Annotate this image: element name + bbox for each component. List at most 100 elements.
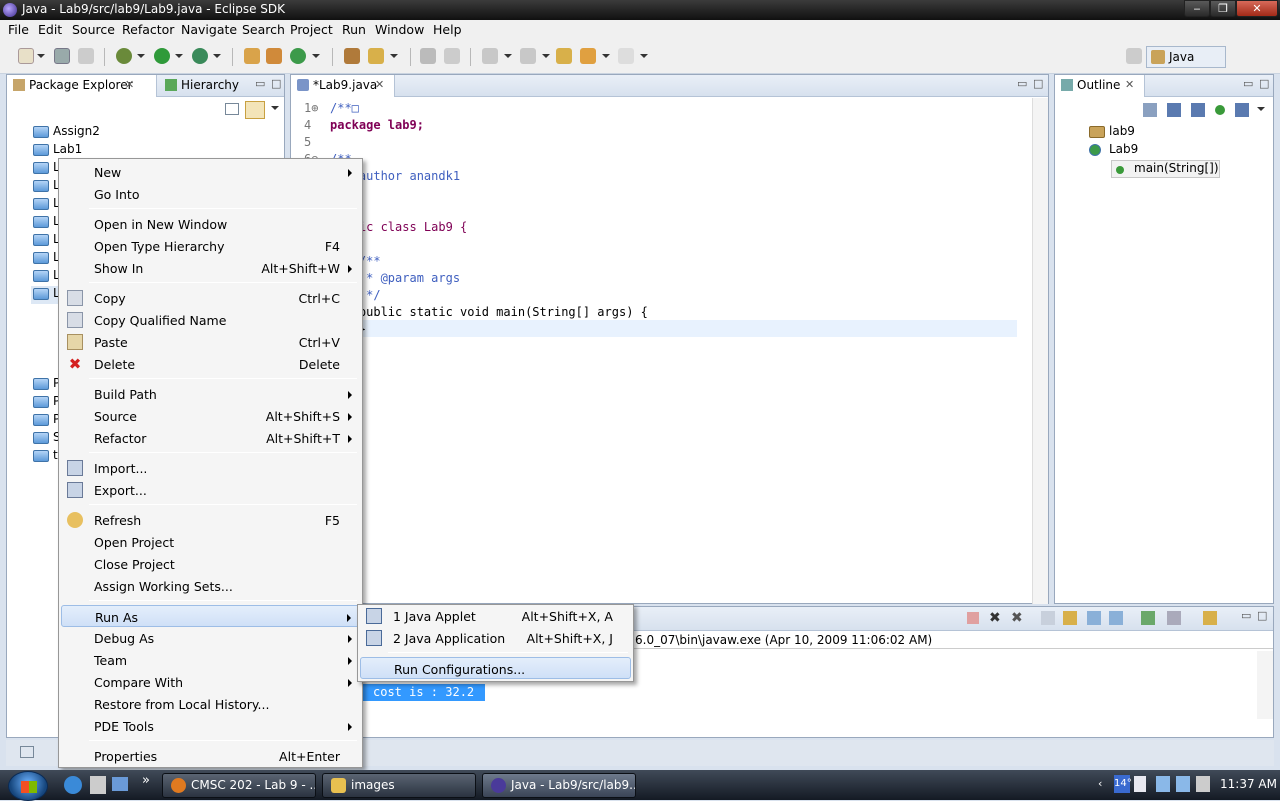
close-icon[interactable]: ✕ [125,78,134,91]
minimize-button[interactable]: ‒ [1184,0,1210,17]
minimize-view-icon[interactable]: ▭ [255,77,265,90]
menu-item-source[interactable]: Source Alt+Shift+S [61,405,360,427]
menu-item-new[interactable]: New [61,161,360,183]
start-button[interactable] [8,771,48,801]
close-button[interactable]: ✕ [1236,0,1278,17]
network-icon[interactable] [1156,776,1170,792]
hide-static-icon[interactable] [1191,103,1205,117]
menu-item-assign-working-sets[interactable]: Assign Working Sets... [61,575,360,597]
menu-item-open-project[interactable]: Open Project [61,531,360,553]
menu-item-open-type-hierarchy[interactable]: Open Type Hierarchy F4 [61,235,360,257]
tray-expand-icon[interactable]: ‹ [1098,777,1102,790]
menu-item-export[interactable]: Export... [61,479,360,501]
menu-item-team[interactable]: Team [61,649,360,671]
hide-local-types-icon[interactable] [1235,103,1249,117]
maximize-view-icon[interactable]: □ [1257,609,1267,622]
next-annotation-icon[interactable] [482,48,498,64]
pen-icon[interactable] [444,48,460,64]
view-menu-icon[interactable] [271,106,279,110]
print-icon[interactable] [78,48,94,64]
search-icon[interactable] [368,48,384,64]
scroll-lock-icon[interactable] [1063,611,1077,625]
tree-item-assign2[interactable]: Assign2 [31,124,100,142]
close-icon[interactable]: ✕ [375,78,384,91]
toggle-mark-icon[interactable] [420,48,436,64]
menu-item-refactor[interactable]: Refactor Alt+Shift+T [61,427,360,449]
back-icon[interactable] [580,48,596,64]
minimize-view-icon[interactable]: ▭ [1243,77,1253,90]
new-class-icon[interactable] [290,48,306,64]
outline-method-main[interactable]: main(String[]) [1111,160,1220,178]
taskbar-button-eclipse[interactable]: Java - Lab9/src/lab9... [482,773,636,798]
minimize-view-icon[interactable]: ▭ [1017,77,1027,90]
menu-item-restore-from-local-history[interactable]: Restore from Local History... [61,693,360,715]
tree-item[interactable]: P [31,412,60,430]
menu-source[interactable]: Source [72,22,115,37]
shield-icon[interactable] [1134,776,1146,792]
menu-item-copy-qualified-name[interactable]: Copy Qualified Name [61,309,360,331]
menu-help[interactable]: Help [433,22,462,37]
taskbar-button-firefox[interactable]: CMSC 202 - Lab 9 - ... [162,773,316,798]
outline-package[interactable]: lab9 [1087,124,1135,142]
computer-icon[interactable] [1176,776,1190,792]
clear-console-icon[interactable] [1041,611,1055,625]
editor-scrollbar[interactable] [1032,98,1048,604]
maximize-button[interactable]: ❐ [1210,0,1236,17]
debug-icon[interactable] [116,48,132,64]
fast-view-icon[interactable] [20,746,34,758]
menu-window[interactable]: Window [375,22,424,37]
menu-item-copy[interactable]: Copy Ctrl+C [61,287,360,309]
tab-hierarchy[interactable]: Hierarchy [159,75,259,97]
more-icon[interactable]: » [142,773,150,788]
ie-icon[interactable] [64,776,82,794]
pin-console-icon[interactable] [1141,611,1155,625]
menu-item-pde-tools[interactable]: PDE Tools [61,715,360,737]
tree-item[interactable]: P [31,376,60,394]
sort-icon[interactable] [1143,103,1157,117]
hide-non-public-icon[interactable] [1215,105,1225,115]
menu-item-debug-as[interactable]: Debug As [61,627,360,649]
menu-item-show-in[interactable]: Show In Alt+Shift+W [61,257,360,279]
new-java-project-icon[interactable] [244,48,260,64]
new-dropdown-icon[interactable] [37,54,45,58]
new-package-icon[interactable] [266,48,282,64]
new-icon[interactable] [18,48,34,64]
tab-lab9-java[interactable]: *Lab9.java ✕ [291,75,395,97]
close-icon[interactable]: ✕ [1125,78,1134,91]
menu-item-properties[interactable]: Properties Alt+Enter [61,745,360,767]
prev-annotation-icon[interactable] [520,48,536,64]
console-output-selected[interactable]: cost is : 32.2 [363,684,485,701]
menu-item-java-applet[interactable]: 1 Java Applet Alt+Shift+X, A [360,605,631,627]
menu-refactor[interactable]: Refactor [122,22,174,37]
display-console-icon[interactable] [1167,611,1181,625]
taskbar-button-images[interactable]: images [322,773,476,798]
remove-all-icon[interactable]: ✖ [1011,610,1023,626]
menu-search[interactable]: Search [242,22,285,37]
menu-item-paste[interactable]: Paste Ctrl+V [61,331,360,353]
minimize-view-icon[interactable]: ▭ [1241,609,1251,622]
open-perspective-icon[interactable] [1126,48,1142,64]
menu-item-go-into[interactable]: Go Into [61,183,360,205]
menu-item-refresh[interactable]: Refresh F5 [61,509,360,531]
view-menu-icon[interactable] [1257,107,1265,111]
tree-item[interactable]: P [31,394,60,412]
clock[interactable]: 11:37 AM [1220,777,1277,791]
menu-item-run-as[interactable]: Run As [61,605,360,627]
link-editor-icon[interactable] [245,101,265,119]
last-edit-icon[interactable] [556,48,572,64]
menu-navigate[interactable]: Navigate [181,22,237,37]
hide-fields-icon[interactable] [1167,103,1181,117]
outline-class[interactable]: Lab9 [1087,142,1138,160]
show-stderr-icon[interactable] [1109,611,1123,625]
menu-item-delete[interactable]: ✖ Delete Delete [61,353,360,375]
forward-icon[interactable] [618,48,634,64]
menu-project[interactable]: Project [290,22,333,37]
menu-item-import[interactable]: Import... [61,457,360,479]
java-perspective-button[interactable]: Java [1146,46,1226,68]
menu-item-close-project[interactable]: Close Project [61,553,360,575]
menu-item-build-path[interactable]: Build Path [61,383,360,405]
menu-run[interactable]: Run [342,22,366,37]
console-scrollbar[interactable] [1257,651,1273,719]
weather-badge[interactable]: 14° [1114,775,1132,793]
external-tools-icon[interactable] [192,48,208,64]
